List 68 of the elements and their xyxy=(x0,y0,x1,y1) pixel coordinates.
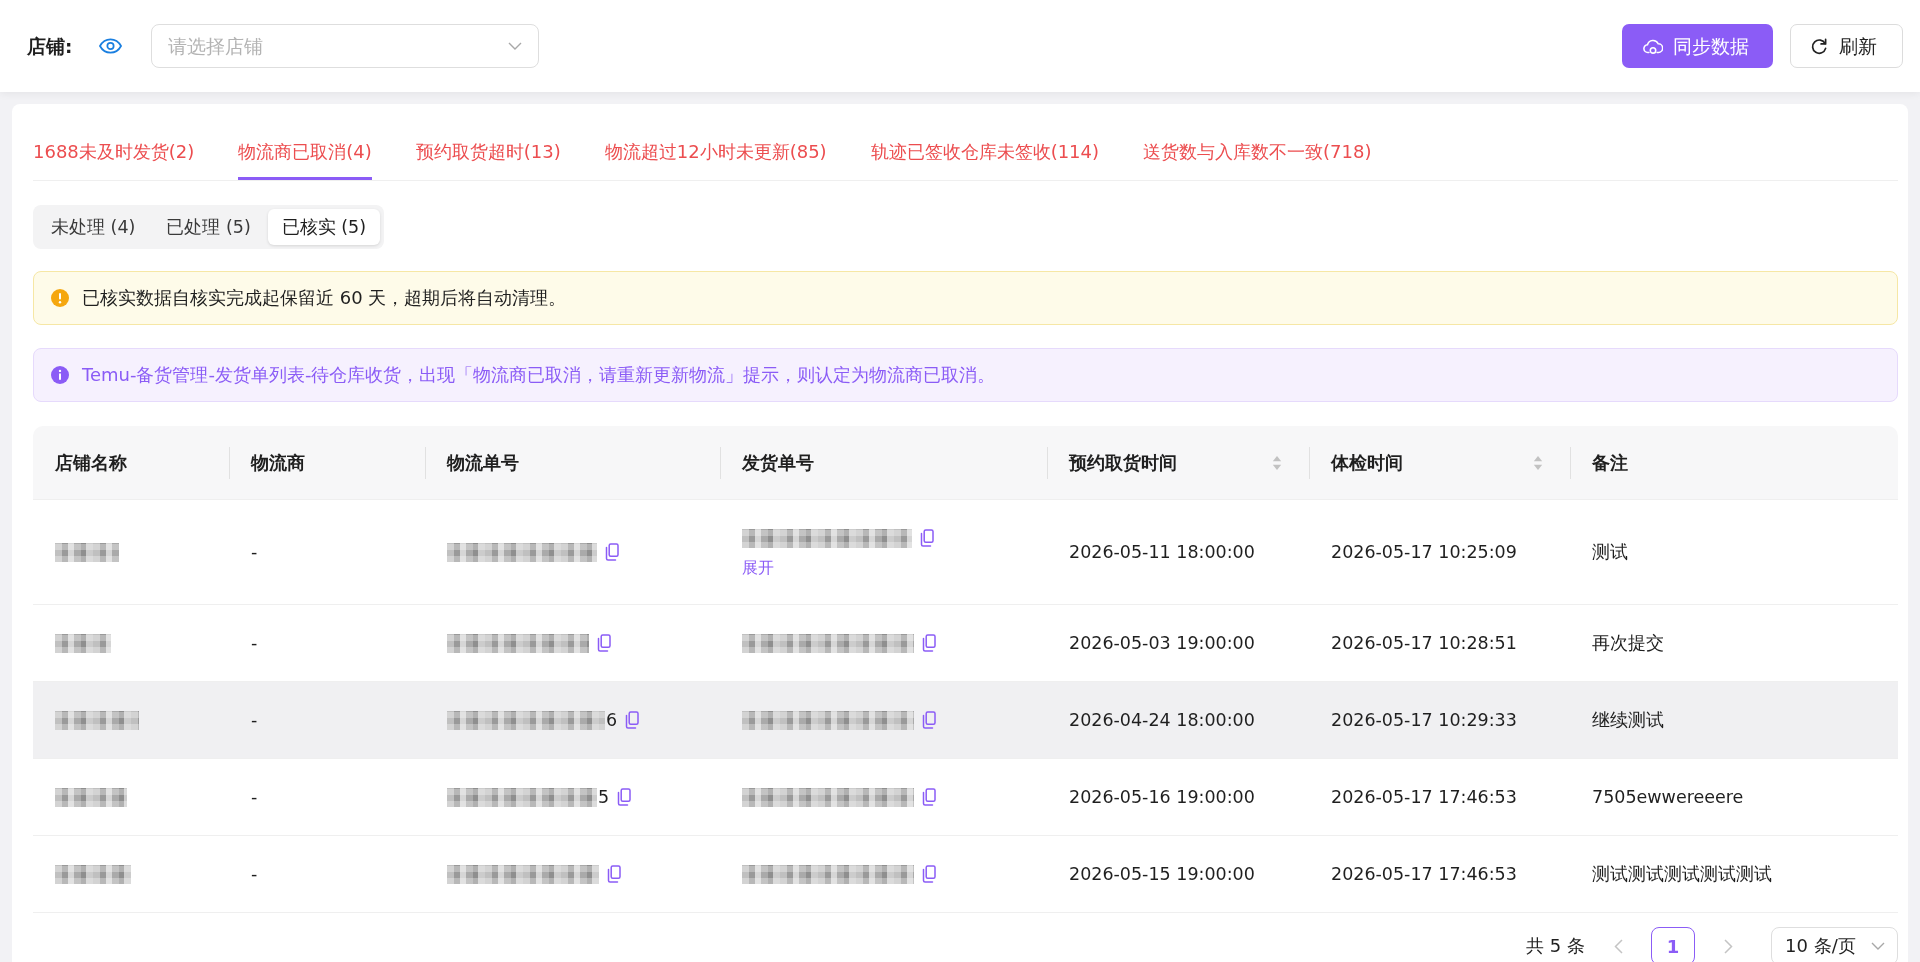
column-header: 备注 xyxy=(1592,450,1629,475)
table-cell-text: 再次提交 xyxy=(1592,632,1664,655)
table-cell: 2026-05-17 10:25:09 xyxy=(1331,542,1517,562)
total-count: 共 5 条 xyxy=(1526,934,1585,958)
pixelated-text xyxy=(55,542,119,562)
tab[interactable]: 1688未及时发货(2) xyxy=(33,118,195,180)
exclamation-icon xyxy=(51,289,69,307)
copy-icon[interactable] xyxy=(922,788,936,806)
tracking-number-fragment: 6 xyxy=(606,710,618,730)
table-cell: - xyxy=(251,710,258,730)
tracking-number-fragment: 5 xyxy=(598,787,610,807)
copy-icon[interactable] xyxy=(625,711,640,729)
column-header: 物流单号 xyxy=(447,450,520,475)
table-cell: 2026-05-17 17:46:53 xyxy=(1331,864,1517,884)
table-cell: 2026-04-24 18:00:00 xyxy=(1069,710,1255,730)
tab[interactable]: 轨迹已签收仓库未签收(114) xyxy=(870,118,1100,180)
table-cell: 2026-05-17 17:46:53 xyxy=(1331,787,1517,807)
column-header[interactable]: 体检时间 xyxy=(1331,449,1543,476)
tab[interactable]: 物流超过12小时未更新(85) xyxy=(604,118,827,180)
alert-text: Temu-备货管理-发货单列表-待仓库收货，出现「物流商已取消，请重新更新物流」提示，则认定为物流商已取消。 xyxy=(82,363,996,387)
table-cell: 2026-05-17 10:29:33 xyxy=(1331,710,1517,730)
copy-icon[interactable] xyxy=(922,865,936,883)
copy-icon[interactable] xyxy=(922,634,936,652)
table-cell-text: 测试 xyxy=(1592,541,1628,564)
copy-icon[interactable] xyxy=(617,788,632,806)
chevron-left-icon xyxy=(1613,938,1623,954)
alert-text: 已核实数据自核实完成起保留近 60 天，超期后将自动清理。 xyxy=(82,286,567,310)
table-cell: - xyxy=(251,787,258,807)
status-filter-tab[interactable]: 未处理 (4) xyxy=(37,209,150,245)
chevron-right-icon xyxy=(1723,938,1733,954)
tab[interactable]: 预约取货超时(13) xyxy=(415,118,561,180)
copy-icon[interactable] xyxy=(597,634,611,652)
table-cell-text: 测试测试测试测试测试 xyxy=(1592,863,1772,886)
status-filter-tab[interactable]: 已处理 (5) xyxy=(152,209,265,245)
table-cell: 2026-05-16 19:00:00 xyxy=(1069,787,1255,807)
eye-icon[interactable] xyxy=(99,38,123,54)
table-cell: 2026-05-03 19:00:00 xyxy=(1069,633,1255,653)
column-header: 物流商 xyxy=(251,450,306,475)
column-header: 发货单号 xyxy=(742,450,815,475)
expand-link[interactable]: 展开 xyxy=(742,557,774,579)
column-header: 店铺名称 xyxy=(55,450,128,475)
copy-icon[interactable] xyxy=(607,865,621,883)
tab[interactable]: 物流商已取消(4) xyxy=(238,118,372,180)
store-label: 店铺: xyxy=(27,34,73,59)
copy-icon[interactable] xyxy=(605,543,619,561)
refresh-icon xyxy=(1809,37,1829,55)
pixelated-text xyxy=(55,787,127,807)
tab[interactable]: 送货数与入库数不一致(718) xyxy=(1143,118,1372,180)
chevron-down-icon xyxy=(1871,942,1885,950)
column-header[interactable]: 预约取货时间 xyxy=(1069,449,1282,476)
copy-icon[interactable] xyxy=(922,711,936,729)
table-cell: 2026-05-15 19:00:00 xyxy=(1069,864,1255,884)
refresh-button[interactable]: 刷新 xyxy=(1790,24,1903,68)
table-cell-text: 继续测试 xyxy=(1592,709,1664,732)
page-number[interactable]: 1 xyxy=(1651,927,1695,962)
info-icon xyxy=(51,366,69,384)
sync-data-button[interactable]: 同步数据 xyxy=(1622,24,1773,68)
table-cell: - xyxy=(251,542,258,562)
chevron-down-icon xyxy=(508,42,523,50)
table-cell: 2026-05-17 10:28:51 xyxy=(1331,633,1517,653)
cloud-icon xyxy=(1643,37,1663,55)
table-cell: - xyxy=(251,864,258,884)
pixelated-text xyxy=(55,633,111,653)
copy-icon[interactable] xyxy=(920,529,934,547)
table-cell: - xyxy=(251,633,258,653)
table-cell: 2026-05-11 18:00:00 xyxy=(1069,542,1255,562)
table-cell: 7505ewwereeere xyxy=(1592,787,1744,807)
status-filter-tab[interactable]: 已核实 (5) xyxy=(267,209,381,245)
